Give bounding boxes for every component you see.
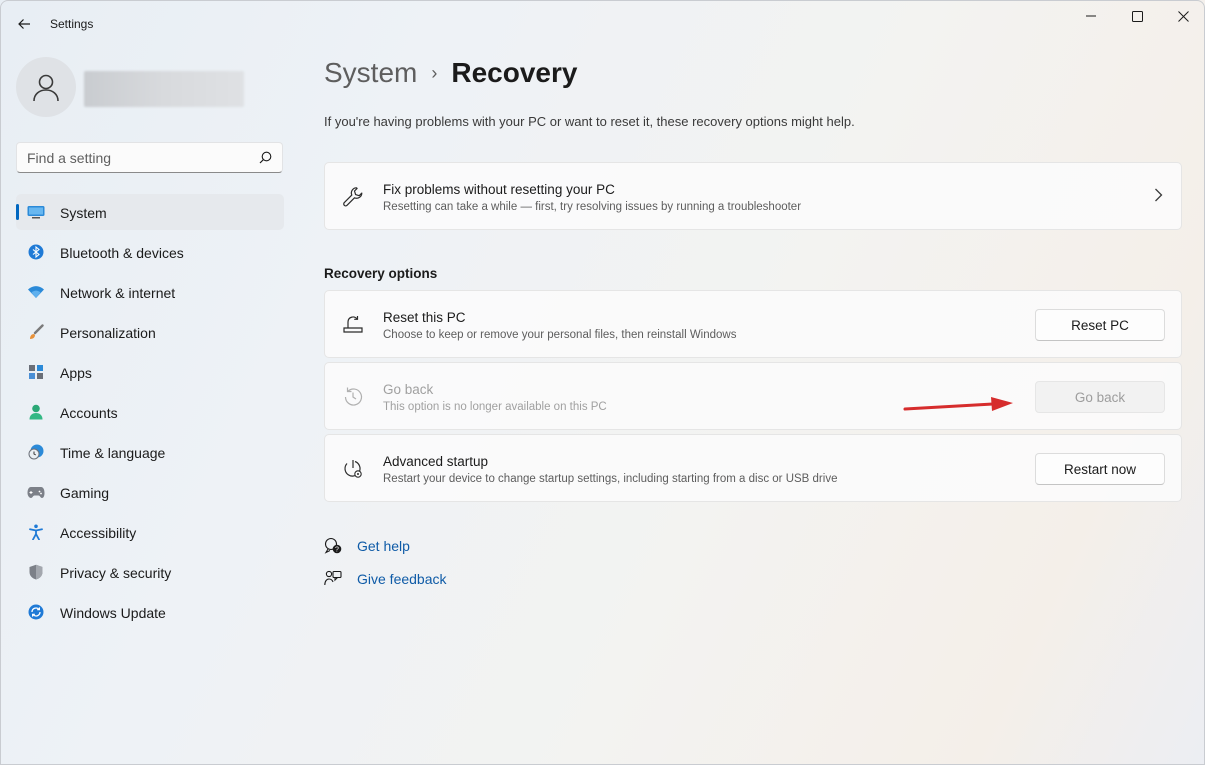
sidebar-item-windows-update[interactable]: Windows Update [16,594,284,630]
advanced-startup-title: Advanced startup [383,454,489,469]
system-icon [27,203,45,221]
settings-window: Settings Find a setting System Bluetooth… [0,0,1205,765]
intro-text: If you're having problems with your PC o… [324,114,855,129]
accessibility-icon [27,523,45,541]
fix-problems-title: Fix problems without resetting your PC [383,182,615,197]
feedback-icon [324,570,342,588]
sidebar-item-label: Accessibility [60,525,137,541]
close-icon [1177,10,1189,22]
breadcrumb: System › Recovery [324,57,577,89]
shield-icon [27,563,45,581]
go-back-title: Go back [383,382,434,397]
history-icon [342,386,364,408]
update-icon [27,603,45,621]
apps-icon [27,363,45,381]
wifi-icon [27,283,45,301]
svg-text:?: ? [335,547,339,554]
sidebar-item-apps[interactable]: Apps [16,354,284,390]
sidebar-item-label: Apps [60,365,92,381]
sidebar-item-label: Windows Update [60,605,166,621]
sidebar-item-gaming[interactable]: Gaming [16,474,284,510]
page-title: Recovery [451,57,578,88]
avatar [16,57,76,117]
close-button[interactable] [1160,1,1204,31]
search-box[interactable] [16,142,283,173]
give-feedback-row[interactable]: Give feedback [324,570,447,588]
back-arrow-icon [18,19,30,29]
breadcrumb-separator: › [431,62,438,83]
go-back-subtitle: This option is no longer available on th… [383,401,607,413]
sidebar-item-label: Bluetooth & devices [60,245,184,261]
help-icon: ? [324,537,342,555]
fix-problems-subtitle: Resetting can take a while — first, try … [383,201,802,213]
go-back-button[interactable]: Go back [1035,381,1165,413]
sidebar-item-label: Privacy & security [60,565,172,581]
sidebar-item-label: Time & language [60,445,166,461]
time-language-icon [27,443,45,461]
sidebar-item-time-language[interactable]: Time & language [16,434,284,470]
minimize-button[interactable] [1068,1,1114,31]
wrench-icon [342,186,364,208]
search-icon [259,151,272,164]
sidebar-item-accessibility[interactable]: Accessibility [16,514,284,550]
go-back-card: Go back This option is no longer availab… [324,362,1182,430]
get-help-row[interactable]: ? Get help [324,537,410,555]
sidebar-item-network[interactable]: Network & internet [16,274,284,310]
reset-pc-card: Reset this PC Choose to keep or remove y… [324,290,1182,358]
gamepad-icon [27,483,45,501]
reset-pc-subtitle: Choose to keep or remove your personal f… [383,329,737,341]
advanced-startup-subtitle: Restart your device to change startup se… [383,473,838,485]
sidebar-nav: System Bluetooth & devices Network & int… [16,194,284,634]
person-icon [33,74,59,102]
reset-pc-title: Reset this PC [383,310,466,325]
recovery-options-heading: Recovery options [324,266,438,281]
profile-name-redacted [84,71,244,107]
search-input[interactable] [27,149,247,167]
accounts-icon [27,403,45,421]
reset-pc-button[interactable]: Reset PC [1035,309,1165,341]
breadcrumb-system-link[interactable]: System [324,57,417,89]
restart-now-button[interactable]: Restart now [1035,453,1165,485]
sidebar-item-system[interactable]: System [16,194,284,230]
sidebar-item-bluetooth[interactable]: Bluetooth & devices [16,234,284,270]
title-bar: Settings [1,1,1204,47]
maximize-button[interactable] [1114,1,1160,31]
back-button[interactable] [11,11,37,37]
bluetooth-icon [27,243,45,261]
sidebar-item-label: Gaming [60,485,110,501]
reset-pc-icon [342,314,364,336]
brush-icon [27,323,45,341]
sidebar-item-privacy-security[interactable]: Privacy & security [16,554,284,590]
chevron-right-icon [1155,188,1163,202]
fix-problems-card[interactable]: Fix problems without resetting your PC R… [324,162,1182,230]
annotation-arrow-icon [903,397,1013,411]
minimize-icon [1086,15,1096,17]
get-help-link[interactable]: Get help [357,538,410,554]
maximize-icon [1131,10,1143,22]
sidebar-item-label: Network & internet [60,285,176,301]
advanced-startup-card: Advanced startup Restart your device to … [324,434,1182,502]
sidebar-item-label: System [60,205,107,221]
app-title: Settings [50,17,94,31]
sidebar-item-accounts[interactable]: Accounts [16,394,284,430]
give-feedback-link[interactable]: Give feedback [357,571,447,587]
advanced-startup-icon [342,458,364,480]
sidebar-item-label: Personalization [60,325,156,341]
sidebar-item-personalization[interactable]: Personalization [16,314,284,350]
sidebar-item-label: Accounts [60,405,118,421]
